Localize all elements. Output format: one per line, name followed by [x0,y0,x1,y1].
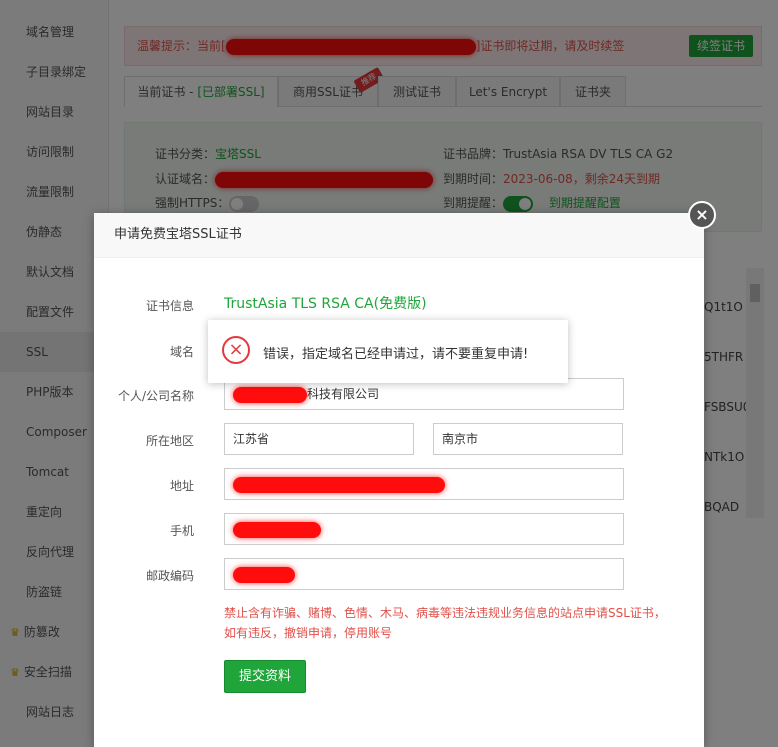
error-message: 错误，指定域名已经申请过，请不要重复申请! [263,347,529,362]
policy-warning: 禁止含有诈骗、赌博、色情、木马、病毒等违法违规业务信息的站点申请SSL证书， 如… [224,603,684,643]
policy-warning-line: 禁止含有诈骗、赌博、色情、木马、病毒等违法违规业务信息的站点申请SSL证书， [224,606,666,620]
domain-label: 域名 [169,345,194,359]
address-field[interactable] [224,468,624,500]
province-field[interactable]: 江苏省 [224,423,414,455]
ssl-apply-dialog: 申请免费宝塔SSL证书 证书信息 TrustAsia TLS RSA CA(免费… [94,213,704,747]
city-field[interactable]: 南京市 [433,423,623,455]
region-label: 所在地区 [145,434,194,448]
redacted-text [233,521,321,538]
redacted-text [233,386,307,403]
company-value: 科技有限公司 [307,387,380,401]
redacted-text [233,566,295,583]
postcode-label: 邮政编码 [145,569,194,583]
postcode-field[interactable] [224,558,624,590]
close-icon[interactable]: × [688,201,716,229]
cert-info-value: TrustAsia TLS RSA CA(免费版) [224,296,427,312]
dialog-title: 申请免费宝塔SSL证书 [94,213,704,258]
error-icon: × [222,336,250,364]
phone-label: 手机 [169,524,194,538]
submit-button[interactable]: 提交资料 [224,660,306,693]
phone-field[interactable] [224,513,624,545]
policy-warning-line: 如有违反，撤销申请，停用账号 [224,626,393,640]
error-toast: × 错误，指定域名已经申请过，请不要重复申请! [208,320,568,383]
redacted-text [233,476,445,493]
address-label: 地址 [169,479,194,493]
cert-info-label: 证书信息 [145,299,194,313]
company-label: 个人/公司名称 [117,389,194,403]
